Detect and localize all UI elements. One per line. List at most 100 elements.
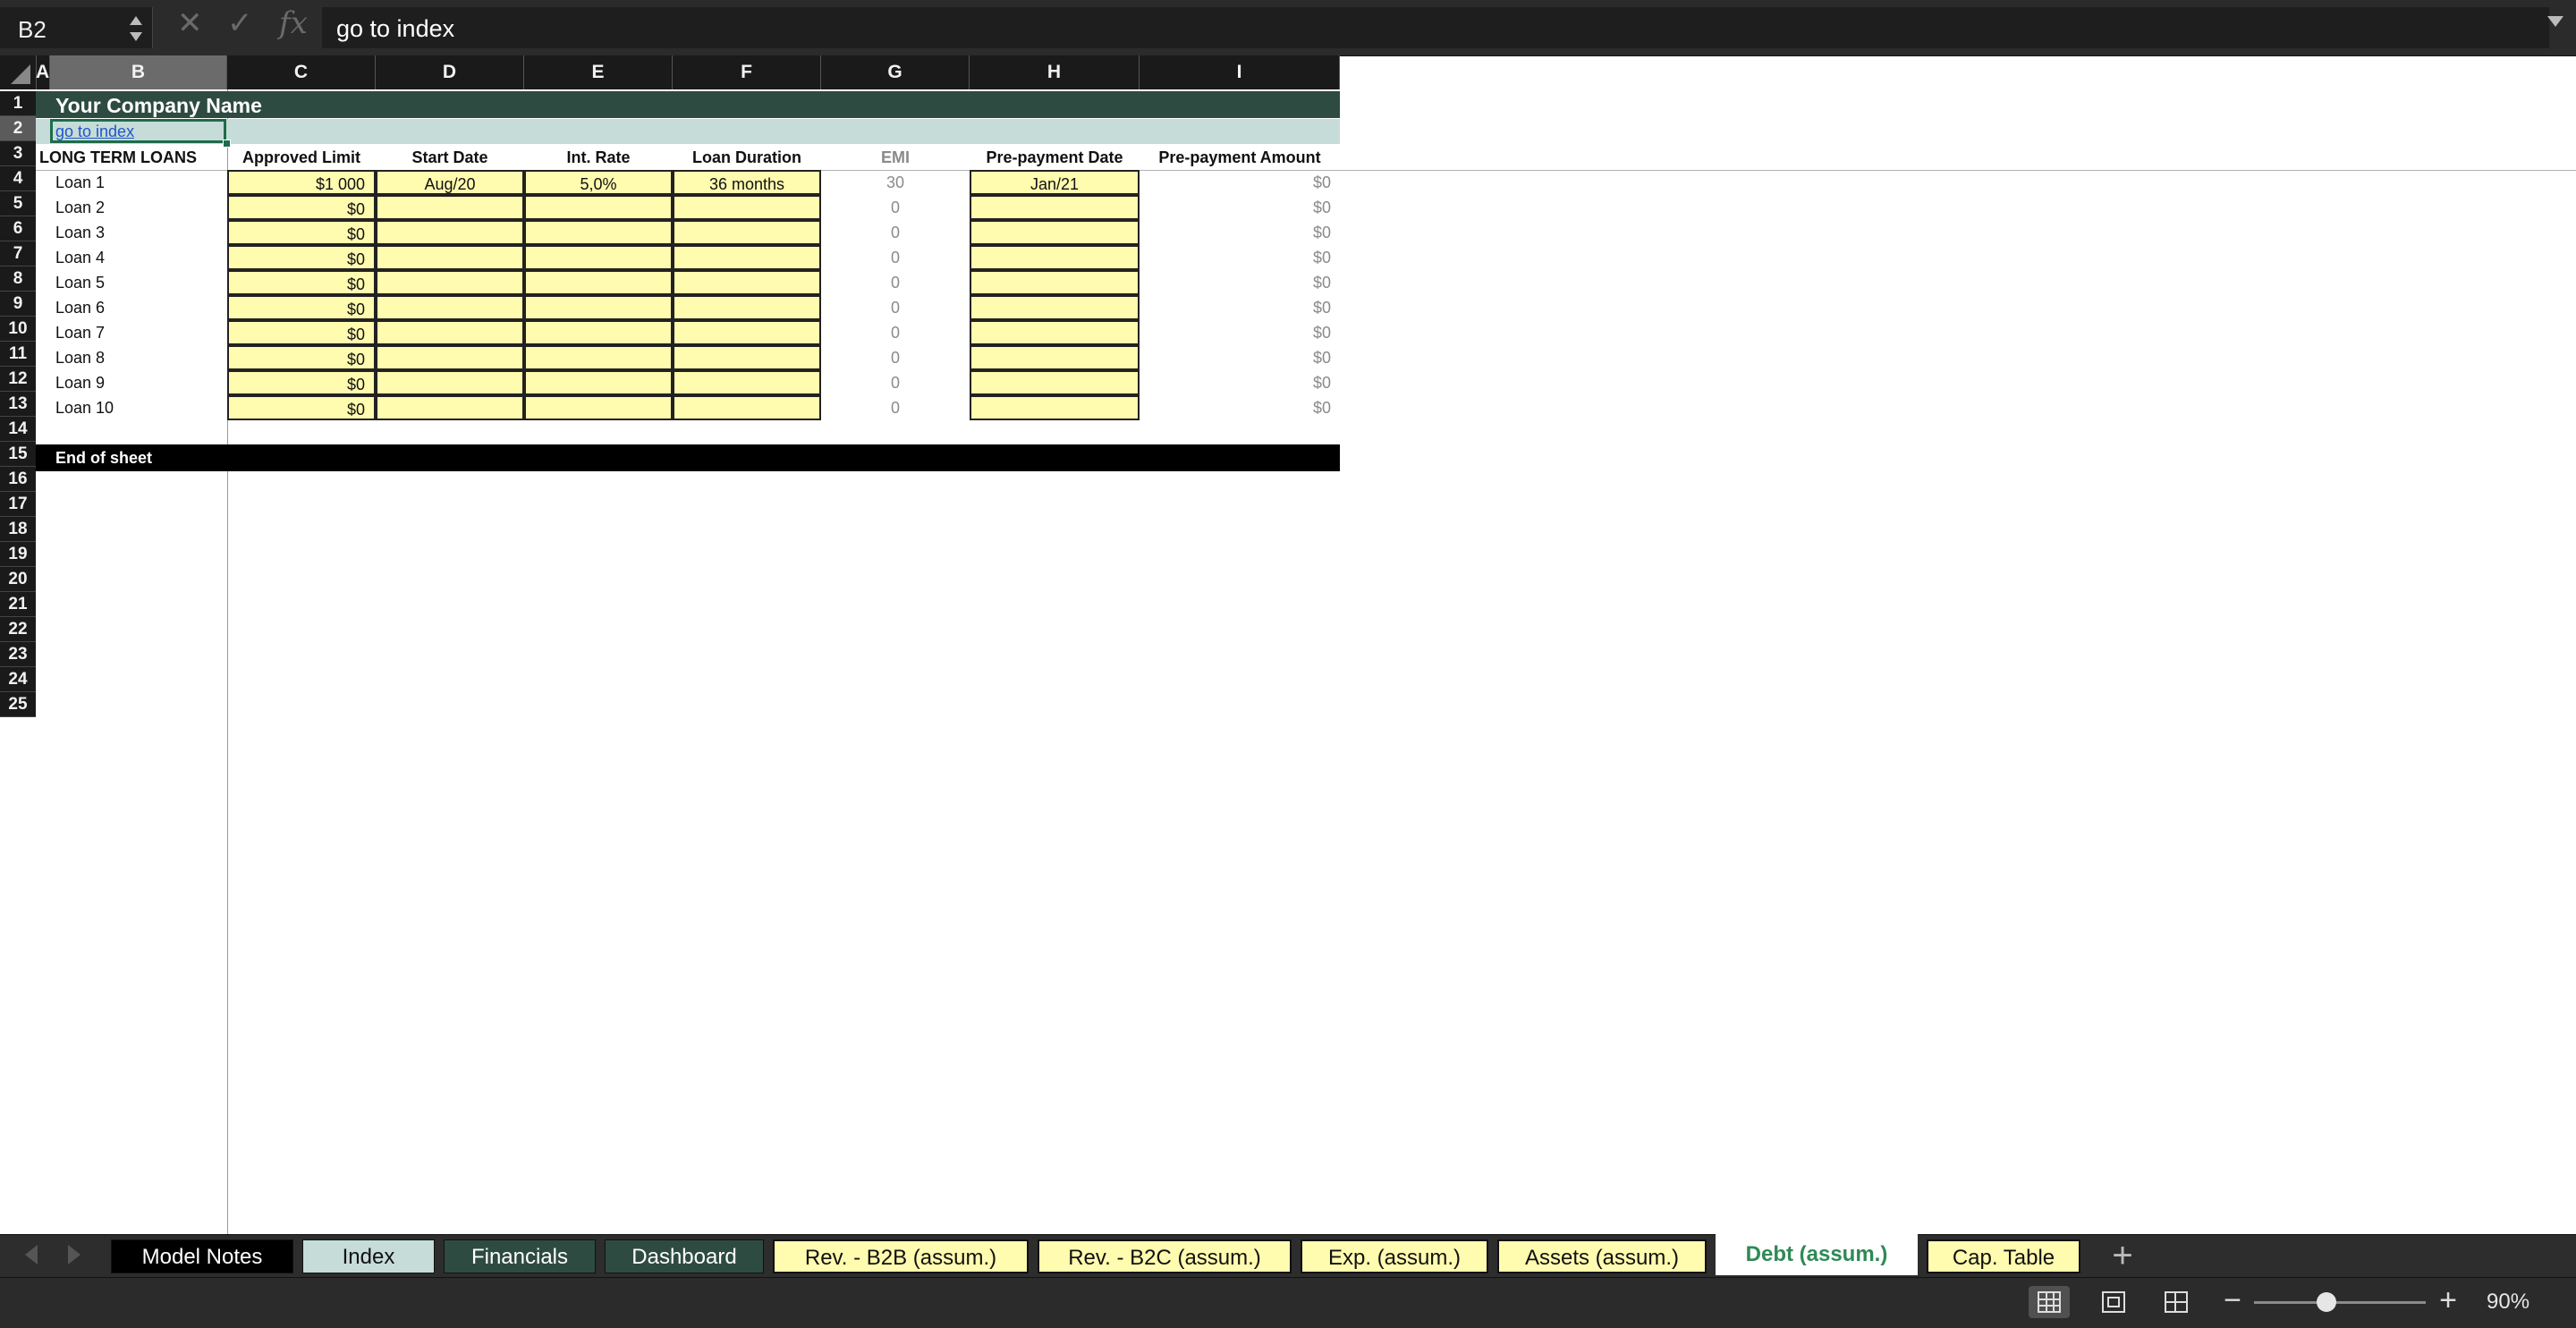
prepayment-amount-cell[interactable]: $0 (1140, 370, 1340, 395)
loan-name-cell[interactable]: Loan 2 (55, 195, 105, 220)
zoom-slider[interactable] (2254, 1301, 2426, 1304)
approved-limit-cell[interactable]: $0 (227, 370, 376, 395)
row-header-9[interactable]: 9 (0, 292, 36, 317)
row-header-7[interactable]: 7 (0, 241, 36, 266)
column-header-a[interactable]: A (36, 55, 50, 89)
add-sheet-icon[interactable]: + (2106, 1238, 2140, 1273)
column-header-e[interactable]: E (524, 55, 673, 89)
loan-duration-cell[interactable] (673, 220, 821, 245)
emi-cell[interactable]: 0 (821, 370, 970, 395)
emi-cell[interactable]: 0 (821, 195, 970, 220)
prepayment-date-cell[interactable] (970, 370, 1140, 395)
int-rate-cell[interactable] (524, 320, 673, 345)
approved-limit-cell[interactable]: $0 (227, 345, 376, 370)
prepayment-amount-cell[interactable]: $0 (1140, 270, 1340, 295)
start-date-cell[interactable] (376, 270, 524, 295)
section-title[interactable]: LONG TERM LOANS (39, 145, 197, 170)
column-header-f[interactable]: F (673, 55, 821, 89)
tab-financials[interactable]: Financials (444, 1239, 596, 1273)
int-rate-cell[interactable] (524, 370, 673, 395)
approved-limit-cell[interactable]: $1 000 (227, 170, 376, 195)
name-box-stepper-icon[interactable] (129, 14, 143, 43)
cancel-icon[interactable]: ✕ (177, 5, 203, 41)
approved-limit-cell[interactable]: $0 (227, 270, 376, 295)
row-header-13[interactable]: 13 (0, 392, 36, 417)
company-name[interactable]: Your Company Name (55, 92, 262, 119)
start-date-cell[interactable] (376, 220, 524, 245)
header-loan-duration[interactable]: Loan Duration (673, 145, 821, 170)
start-date-cell[interactable] (376, 245, 524, 270)
prepayment-amount-cell[interactable]: $0 (1140, 170, 1340, 195)
header-start-date[interactable]: Start Date (376, 145, 524, 170)
prepayment-date-cell[interactable] (970, 345, 1140, 370)
select-all-button[interactable] (0, 55, 37, 89)
row-header-1[interactable]: 1 (0, 91, 36, 116)
prepayment-date-cell[interactable] (970, 220, 1140, 245)
zoom-in-button[interactable]: + (2436, 1282, 2460, 1318)
emi-cell[interactable]: 0 (821, 345, 970, 370)
emi-cell[interactable]: 0 (821, 320, 970, 345)
column-header-g[interactable]: G (821, 55, 970, 89)
row-header-25[interactable]: 25 (0, 692, 36, 717)
loan-duration-cell[interactable] (673, 320, 821, 345)
row-header-5[interactable]: 5 (0, 191, 36, 216)
row-header-22[interactable]: 22 (0, 617, 36, 642)
header-emi[interactable]: EMI (821, 145, 970, 170)
prepayment-date-cell[interactable] (970, 395, 1140, 420)
prepayment-date-cell[interactable] (970, 270, 1140, 295)
emi-cell[interactable]: 0 (821, 395, 970, 420)
expand-formula-bar-icon[interactable] (2547, 16, 2563, 27)
prepayment-amount-cell[interactable]: $0 (1140, 345, 1340, 370)
start-date-cell[interactable] (376, 295, 524, 320)
prepayment-amount-cell[interactable]: $0 (1140, 320, 1340, 345)
column-header-h[interactable]: H (970, 55, 1140, 89)
approved-limit-cell[interactable]: $0 (227, 395, 376, 420)
tab-rev-b2c[interactable]: Rev. - B2C (assum.) (1038, 1239, 1292, 1273)
emi-cell[interactable]: 0 (821, 295, 970, 320)
loan-duration-cell[interactable] (673, 345, 821, 370)
prepayment-date-cell[interactable] (970, 320, 1140, 345)
page-layout-button[interactable] (2093, 1286, 2134, 1318)
approved-limit-cell[interactable]: $0 (227, 245, 376, 270)
prepayment-date-cell[interactable] (970, 245, 1140, 270)
confirm-icon[interactable]: ✓ (227, 5, 253, 41)
loan-name-cell[interactable]: Loan 9 (55, 370, 105, 395)
tab-index[interactable]: Index (302, 1239, 435, 1273)
loan-duration-cell[interactable] (673, 270, 821, 295)
loan-name-cell[interactable]: Loan 10 (55, 395, 114, 420)
int-rate-cell[interactable]: 5,0% (524, 170, 673, 195)
row-header-4[interactable]: 4 (0, 166, 36, 191)
int-rate-cell[interactable] (524, 345, 673, 370)
end-of-sheet-label[interactable]: End of sheet (55, 445, 152, 470)
int-rate-cell[interactable] (524, 195, 673, 220)
tab-model-notes[interactable]: Model Notes (111, 1239, 293, 1273)
zoom-level[interactable]: 90% (2487, 1288, 2529, 1316)
previous-sheet-icon[interactable] (25, 1245, 38, 1265)
column-header-c[interactable]: C (227, 55, 376, 89)
loan-duration-cell[interactable]: 36 months (673, 170, 821, 195)
tab-assets[interactable]: Assets (assum.) (1497, 1239, 1707, 1273)
row-header-17[interactable]: 17 (0, 492, 36, 517)
prepayment-date-cell[interactable]: Jan/21 (970, 170, 1140, 195)
row-header-10[interactable]: 10 (0, 317, 36, 342)
row-header-11[interactable]: 11 (0, 342, 36, 367)
header-approved-limit[interactable]: Approved Limit (227, 145, 376, 170)
prepayment-amount-cell[interactable]: $0 (1140, 220, 1340, 245)
tab-dashboard[interactable]: Dashboard (605, 1239, 764, 1273)
zoom-slider-thumb[interactable] (2316, 1292, 2336, 1312)
header-prepayment-date[interactable]: Pre-payment Date (970, 145, 1140, 170)
row-header-14[interactable]: 14 (0, 417, 36, 442)
row-header-12[interactable]: 12 (0, 367, 36, 392)
start-date-cell[interactable] (376, 195, 524, 220)
loan-duration-cell[interactable] (673, 245, 821, 270)
row-header-16[interactable]: 16 (0, 467, 36, 492)
loan-duration-cell[interactable] (673, 395, 821, 420)
prepayment-amount-cell[interactable]: $0 (1140, 245, 1340, 270)
loan-name-cell[interactable]: Loan 1 (55, 170, 105, 195)
approved-limit-cell[interactable]: $0 (227, 195, 376, 220)
prepayment-amount-cell[interactable]: $0 (1140, 195, 1340, 220)
emi-cell[interactable]: 0 (821, 220, 970, 245)
row-header-21[interactable]: 21 (0, 592, 36, 617)
int-rate-cell[interactable] (524, 295, 673, 320)
row-header-24[interactable]: 24 (0, 667, 36, 692)
